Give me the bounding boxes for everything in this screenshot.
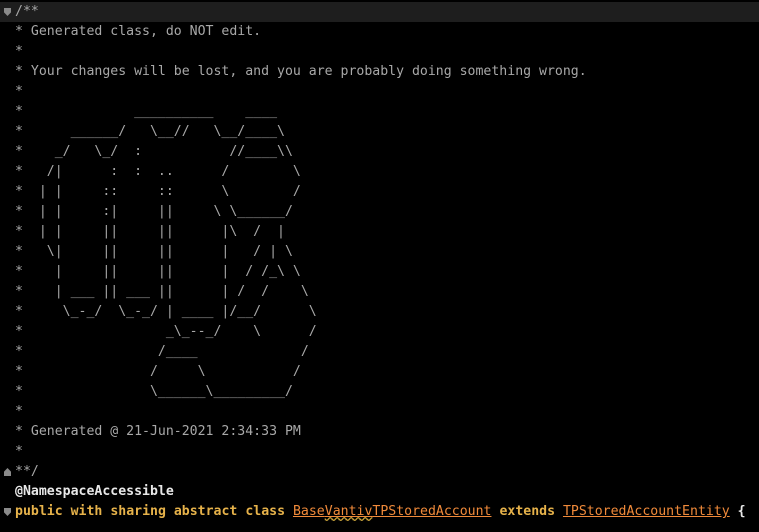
- comment-text: * ______/ \__// \__/____\: [15, 124, 285, 139]
- comment-line: * | ___ || ___ || | / / \: [0, 282, 759, 302]
- comment-text: * _/ \_/ : //____\\: [15, 144, 293, 159]
- comment-line: * _\_--_/ \ /: [0, 322, 759, 342]
- open-brace: {: [737, 504, 746, 519]
- comment-line: * \| || || | / | \: [0, 242, 759, 262]
- comment-line: * \_-_/ \_-_/ | ____ |/__/ \: [0, 302, 759, 322]
- parent-class-name[interactable]: TPStoredAccountEntity: [563, 504, 730, 519]
- comment-text: * \______\_________/: [15, 384, 293, 399]
- comment-line: * \______\_________/: [0, 382, 759, 402]
- comment-line: * _/ \_/ : //____\\: [0, 142, 759, 162]
- comment-line: * | | || || |\ / |: [0, 222, 759, 242]
- class-declaration-line: public with sharing abstract class BaseV…: [0, 502, 759, 522]
- fold-arrow-icon[interactable]: [4, 8, 11, 16]
- comment-line: * | | :: :: \ /: [0, 182, 759, 202]
- fold-gutter[interactable]: [0, 462, 14, 482]
- comment-line: **/: [0, 462, 759, 482]
- comment-text: * | | :| || \ \______/: [15, 204, 293, 219]
- comment-line: * __________ ____: [0, 102, 759, 122]
- keyword-extends: extends: [499, 504, 556, 519]
- class-name[interactable]: BaseVantivTPStoredAccount: [293, 504, 492, 519]
- keyword-public: public: [15, 504, 63, 519]
- comment-text: * \_-_/ \_-_/ | ____ |/__/ \: [15, 304, 317, 319]
- keyword-abstract: abstract: [173, 504, 238, 519]
- comment-text: * | | :: :: \ /: [15, 184, 301, 199]
- comment-line: * / \ /: [0, 362, 759, 382]
- comment-text: * Your changes will be lost, and you are…: [15, 64, 587, 79]
- comment-text: * | || || | / /_\ \: [15, 264, 301, 279]
- comment-text: * \| || || | / | \: [15, 244, 293, 259]
- comment-line: * Generated class, do NOT edit.: [0, 22, 759, 42]
- comment-line: *: [0, 402, 759, 422]
- annotation-namespace-accessible: @NamespaceAccessible: [15, 484, 174, 499]
- comment-text: *: [15, 44, 23, 59]
- comment-line: * /____ /: [0, 342, 759, 362]
- fold-arrow-icon[interactable]: [4, 508, 11, 516]
- comment-text: * Generated class, do NOT edit.: [15, 24, 262, 39]
- comment-text: * _\_--_/ \ /: [15, 324, 317, 339]
- keyword-with: with: [70, 504, 103, 519]
- annotation-line: @NamespaceAccessible: [0, 482, 759, 502]
- code-editor[interactable]: /** * Generated class, do NOT edit. * * You…: [0, 0, 759, 532]
- comment-text: * | ___ || ___ || | / / \: [15, 284, 309, 299]
- comment-text: **/: [15, 464, 39, 479]
- comment-text: *: [15, 444, 23, 459]
- comment-line: * Your changes will be lost, and you are…: [0, 62, 759, 82]
- comment-text: * __________ ____: [15, 104, 278, 119]
- comment-text: *: [15, 84, 23, 99]
- comment-line: * ______/ \__// \__/____\: [0, 122, 759, 142]
- fold-gutter[interactable]: [0, 2, 14, 22]
- comment-text: * /| : : .. / \: [15, 164, 301, 179]
- comment-text: /**: [15, 4, 39, 19]
- comment-line: /**: [0, 2, 759, 22]
- comment-line: * /| : : .. / \: [0, 162, 759, 182]
- comment-text: * /____ /: [15, 344, 309, 359]
- comment-text: * | | || || |\ / |: [15, 224, 285, 239]
- comment-line: *: [0, 442, 759, 462]
- comment-text: *: [15, 404, 23, 419]
- comment-text: * / \ /: [15, 364, 301, 379]
- comment-line: * | | :| || \ \______/: [0, 202, 759, 222]
- comment-line: * | || || | / /_\ \: [0, 262, 759, 282]
- unfold-arrow-icon[interactable]: [4, 468, 11, 476]
- fold-gutter[interactable]: [0, 502, 14, 522]
- comment-line: * Generated @ 21-Jun-2021 2:34:33 PM: [0, 422, 759, 442]
- comment-text: * Generated @ 21-Jun-2021 2:34:33 PM: [15, 424, 301, 439]
- keyword-class: class: [245, 504, 286, 519]
- spelling-warning: Vantiv: [324, 504, 373, 519]
- keyword-sharing: sharing: [110, 504, 166, 519]
- comment-line: *: [0, 42, 759, 62]
- comment-line: *: [0, 82, 759, 102]
